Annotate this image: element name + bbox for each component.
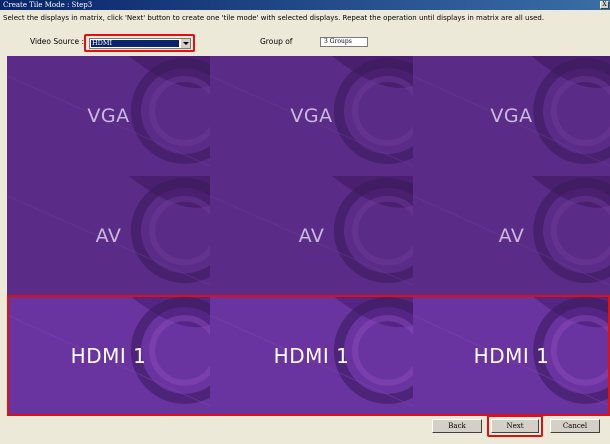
tile-label: AV: [498, 224, 525, 247]
tile-label: VGA: [290, 105, 333, 127]
video-source-highlight: HDMI: [84, 34, 195, 52]
matrix-tile-av-3[interactable]: AV: [413, 176, 610, 295]
display-matrix: VGA VGA VGA AV AV AV HDMI 1 HDMI 1 HDMI …: [7, 56, 610, 416]
matrix-tile-vga-2[interactable]: VGA: [210, 56, 413, 176]
next-button[interactable]: Next: [491, 419, 539, 433]
matrix-tile-hdmi-1[interactable]: HDMI 1: [7, 295, 210, 416]
create-tile-mode-window: Create Tile Mode : Step3 X Select the di…: [0, 0, 610, 444]
group-of-field: 3 Groups: [320, 37, 368, 47]
title-bar: Create Tile Mode : Step3 X: [0, 0, 610, 10]
matrix-tile-av-1[interactable]: AV: [7, 176, 210, 295]
group-of-label: Group of: [260, 37, 293, 46]
close-button[interactable]: X: [600, 1, 609, 9]
tile-label: AV: [298, 224, 325, 247]
window-title: Create Tile Mode : Step3: [3, 1, 93, 9]
tile-label: HDMI 1: [70, 343, 147, 368]
matrix-tile-vga-1[interactable]: VGA: [7, 56, 210, 176]
tile-label: VGA: [87, 105, 130, 127]
tile-label: HDMI 1: [473, 343, 550, 368]
video-source-label: Video Source :: [30, 37, 85, 46]
back-button[interactable]: Back: [432, 419, 482, 433]
chevron-down-icon[interactable]: [180, 39, 190, 48]
instructions-text: Select the displays in matrix, click 'Ne…: [3, 14, 545, 22]
matrix-tile-hdmi-3[interactable]: HDMI 1: [413, 295, 610, 416]
matrix-tile-vga-3[interactable]: VGA: [413, 56, 610, 176]
tile-label: AV: [95, 224, 122, 247]
video-source-select[interactable]: HDMI: [89, 38, 191, 49]
matrix-tile-av-2[interactable]: AV: [210, 176, 413, 295]
cancel-button[interactable]: Cancel: [550, 419, 600, 433]
video-source-value: HDMI: [91, 40, 179, 47]
tile-label: VGA: [490, 105, 533, 127]
matrix-tile-hdmi-2[interactable]: HDMI 1: [210, 295, 413, 416]
tile-label: HDMI 1: [273, 343, 350, 368]
